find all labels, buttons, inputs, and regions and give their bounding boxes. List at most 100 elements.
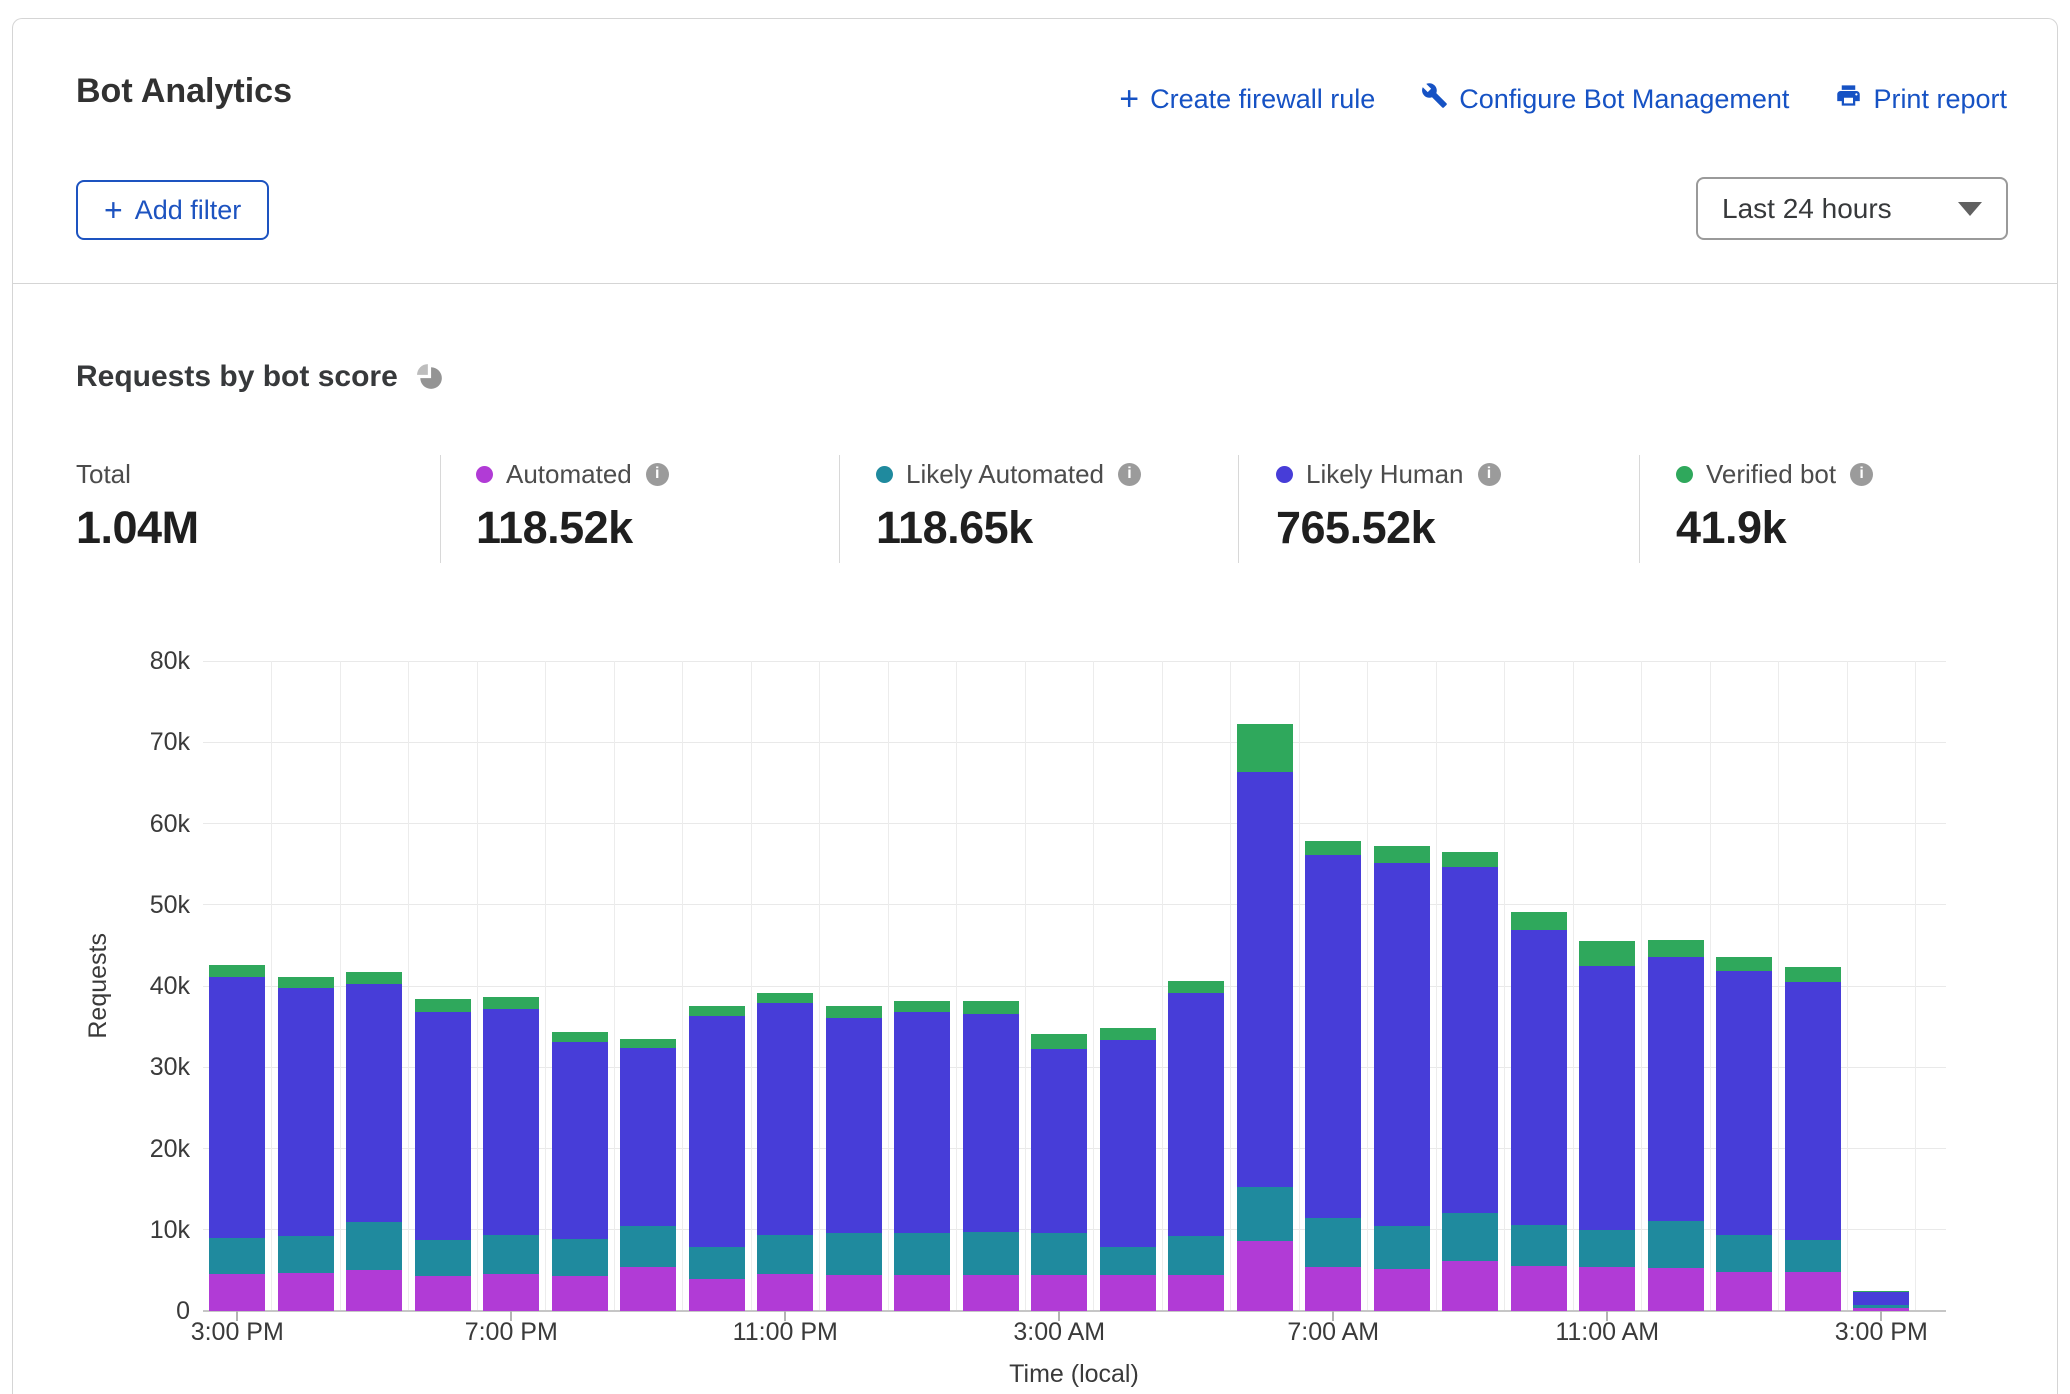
bar-segment[interactable] (1374, 1226, 1430, 1269)
bar-segment[interactable] (1374, 1269, 1430, 1311)
bar-segment[interactable] (209, 1238, 265, 1274)
bar-segment[interactable] (1579, 1267, 1635, 1311)
bar-segment[interactable] (1442, 1213, 1498, 1261)
bar-segment[interactable] (826, 1018, 882, 1233)
bar-segment[interactable] (483, 1235, 539, 1273)
bar-segment[interactable] (1305, 1267, 1361, 1311)
bar-segment[interactable] (894, 1233, 950, 1275)
bar-segment[interactable] (1511, 930, 1567, 1225)
bar-segment[interactable] (689, 1279, 745, 1311)
bar-segment[interactable] (1237, 1187, 1293, 1241)
bar-segment[interactable] (483, 1009, 539, 1236)
bar-segment[interactable] (1100, 1028, 1156, 1039)
bar-segment[interactable] (209, 977, 265, 1238)
bar-segment[interactable] (757, 1274, 813, 1311)
bar-segment[interactable] (1168, 993, 1224, 1237)
bar-segment[interactable] (1031, 1233, 1087, 1275)
configure-bot-management-link[interactable]: Configure Bot Management (1421, 82, 1789, 116)
bar-segment[interactable] (415, 1240, 471, 1277)
bar-segment[interactable] (415, 999, 471, 1012)
bar-segment[interactable] (826, 1275, 882, 1311)
bar-segment[interactable] (1785, 982, 1841, 1240)
bar-segment[interactable] (1168, 1275, 1224, 1311)
bar-segment[interactable] (894, 1012, 950, 1233)
bar-segment[interactable] (757, 1235, 813, 1275)
bar-segment[interactable] (1031, 1049, 1087, 1233)
bar-segment[interactable] (1168, 1236, 1224, 1275)
time-range-select[interactable]: Last 24 hours (1696, 177, 2008, 240)
bar-segment[interactable] (1442, 867, 1498, 1212)
bar-segment[interactable] (483, 1274, 539, 1311)
bar-segment[interactable] (757, 993, 813, 1004)
bar-segment[interactable] (1716, 971, 1772, 1235)
bar-segment[interactable] (1511, 1225, 1567, 1266)
bar-segment[interactable] (1442, 852, 1498, 867)
print-report-link[interactable]: Print report (1835, 82, 2007, 116)
bar-segment[interactable] (963, 1014, 1019, 1232)
bar-segment[interactable] (1648, 957, 1704, 1221)
bar-segment[interactable] (1237, 772, 1293, 1186)
bar-segment[interactable] (689, 1006, 745, 1017)
bar-segment[interactable] (1031, 1034, 1087, 1049)
bar-segment[interactable] (1648, 1221, 1704, 1268)
bar-segment[interactable] (483, 997, 539, 1008)
bar-segment[interactable] (963, 1275, 1019, 1311)
bar-segment[interactable] (209, 965, 265, 977)
bar-segment[interactable] (689, 1016, 745, 1247)
bar-segment[interactable] (552, 1042, 608, 1239)
info-icon[interactable]: i (1118, 463, 1141, 486)
bar-segment[interactable] (1853, 1292, 1909, 1306)
bar-segment[interactable] (552, 1032, 608, 1042)
bar-segment[interactable] (552, 1239, 608, 1276)
create-firewall-rule-link[interactable]: + Create firewall rule (1119, 84, 1375, 115)
bar-segment[interactable] (826, 1006, 882, 1017)
bar-segment[interactable] (346, 1222, 402, 1269)
bar-segment[interactable] (278, 988, 334, 1236)
bar-segment[interactable] (1716, 1235, 1772, 1272)
bar-segment[interactable] (1648, 1268, 1704, 1311)
bar-segment[interactable] (1100, 1247, 1156, 1275)
bar-segment[interactable] (278, 1273, 334, 1311)
bar-segment[interactable] (757, 1003, 813, 1235)
bar-segment[interactable] (1237, 1241, 1293, 1311)
bar-segment[interactable] (1579, 1230, 1635, 1267)
add-filter-button[interactable]: + Add filter (76, 180, 269, 240)
bar-segment[interactable] (1785, 1272, 1841, 1311)
bar-segment[interactable] (620, 1048, 676, 1226)
bar-segment[interactable] (1785, 967, 1841, 982)
bar-segment[interactable] (278, 977, 334, 988)
info-icon[interactable]: i (646, 463, 669, 486)
bar-segment[interactable] (1853, 1291, 1909, 1292)
bar-segment[interactable] (415, 1012, 471, 1240)
info-icon[interactable]: i (1478, 463, 1501, 486)
bar-segment[interactable] (963, 1001, 1019, 1014)
bar-segment[interactable] (415, 1276, 471, 1311)
bar-segment[interactable] (346, 972, 402, 984)
bar-segment[interactable] (1511, 912, 1567, 930)
bar-segment[interactable] (1648, 940, 1704, 957)
bar-segment[interactable] (209, 1274, 265, 1311)
bar-segment[interactable] (346, 984, 402, 1222)
bar-segment[interactable] (689, 1247, 745, 1280)
bar-segment[interactable] (1237, 724, 1293, 773)
bar-segment[interactable] (1853, 1305, 1909, 1307)
bar-segment[interactable] (1579, 941, 1635, 965)
bar-segment[interactable] (1442, 1261, 1498, 1311)
bar-segment[interactable] (1579, 966, 1635, 1230)
bar-segment[interactable] (552, 1276, 608, 1311)
bar-segment[interactable] (620, 1039, 676, 1048)
bar-segment[interactable] (1716, 1272, 1772, 1311)
bar-segment[interactable] (894, 1001, 950, 1012)
bar-segment[interactable] (1374, 846, 1430, 862)
bar-segment[interactable] (1305, 855, 1361, 1218)
bar-segment[interactable] (1100, 1040, 1156, 1247)
bar-segment[interactable] (620, 1226, 676, 1267)
info-icon[interactable]: i (1850, 463, 1873, 486)
bar-segment[interactable] (963, 1232, 1019, 1275)
bar-segment[interactable] (346, 1270, 402, 1311)
bar-segment[interactable] (620, 1267, 676, 1311)
bar-segment[interactable] (1100, 1275, 1156, 1311)
bar-segment[interactable] (1374, 863, 1430, 1226)
bar-segment[interactable] (1305, 841, 1361, 855)
bar-segment[interactable] (1716, 957, 1772, 972)
